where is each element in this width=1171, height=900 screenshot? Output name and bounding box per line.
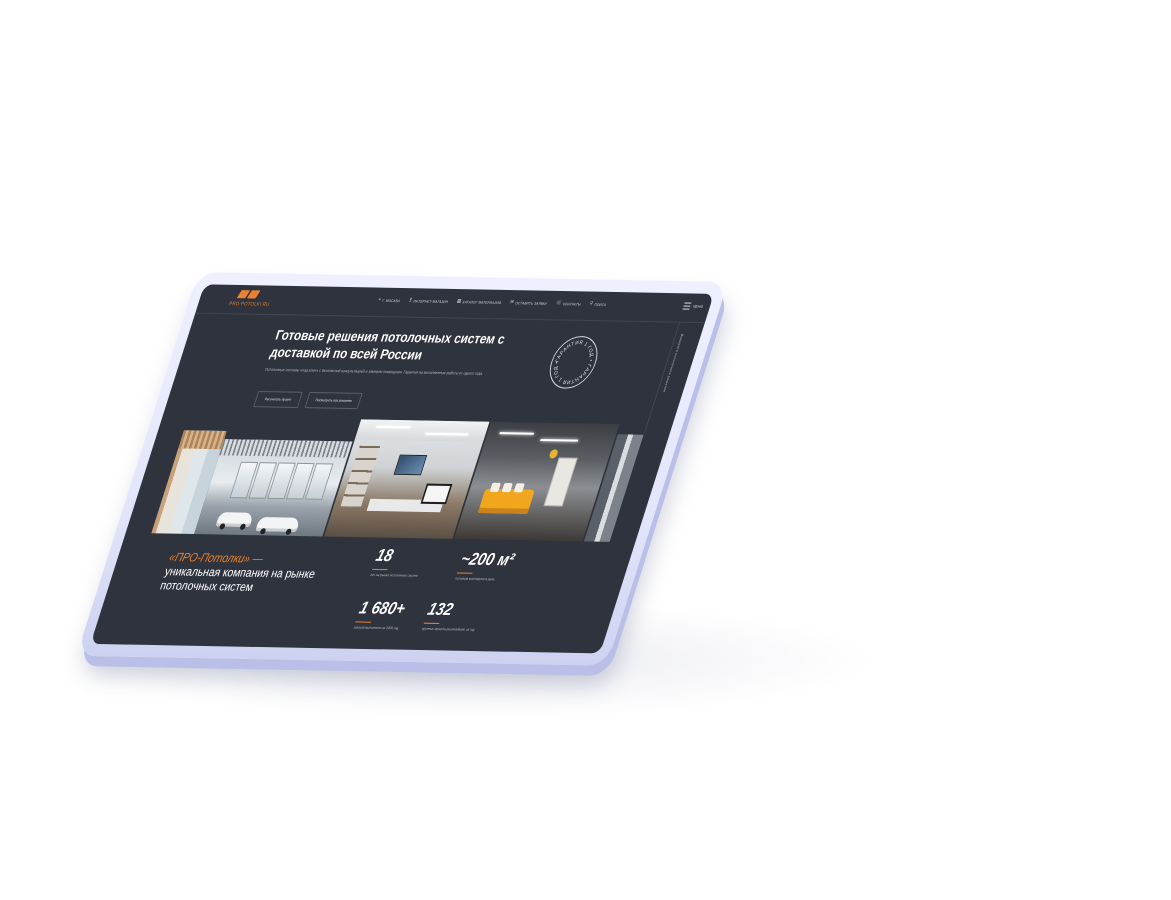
nav-item-shop[interactable]: ⊻ Интернет-магазин xyxy=(408,297,449,304)
stat-daily-area: ~200 м² потолков монтируем в день xyxy=(454,549,524,582)
nav-item-label: Поиск xyxy=(593,302,607,307)
nav-item-label: г. Москва xyxy=(381,298,401,303)
nav-item-label: Контакты xyxy=(562,301,582,307)
stat-value: 18 xyxy=(373,545,396,566)
about-title: «ПРО-Потолки» — уникальная компания на р… xyxy=(158,550,334,595)
hero-title: Готовые решения потолочных систем с дост… xyxy=(268,327,508,363)
menu-button[interactable]: Меню xyxy=(682,302,705,310)
nav-item-request[interactable]: ✉ Оставить заявку xyxy=(509,299,548,306)
stat-orders: 1 680+ заказов выполнили за 2020 год xyxy=(353,598,423,631)
side-divider xyxy=(644,321,681,433)
interior-gallery xyxy=(126,416,673,543)
nav-item-contacts[interactable]: ☏ Контакты xyxy=(555,300,582,307)
nav-item-catalog[interactable]: ▦ Каталог материалов xyxy=(456,298,503,305)
svg-text:ГАРАНТИЯ 1 ГОД • ГАРАНТИЯ 1 ГО: ГАРАНТИЯ 1 ГОД • ГАРАНТИЯ 1 ГОД • xyxy=(548,340,600,386)
stat-value: 132 xyxy=(425,599,456,620)
stat-value: ~200 м² xyxy=(458,549,517,570)
stat-value: 1 680+ xyxy=(356,598,408,619)
stat-label: заказов выполнили за 2020 год xyxy=(353,625,400,631)
menu-label: Меню xyxy=(692,304,704,309)
nav-item-search[interactable]: ⚲ Поиск xyxy=(589,301,607,307)
stat-label: лет на рынке потолочных систем xyxy=(369,572,419,578)
view-solutions-button[interactable]: Посмотреть все решения xyxy=(304,391,363,410)
hero-subtitle: Потолочные системы «под ключ» с бесплатн… xyxy=(264,366,484,376)
tablet-screen: PRO-POTOLKI.RU ⌖ г. Москва ⊻ Интернет-ма… xyxy=(90,284,714,654)
about-title-rest: уникальная компания на рынке потолочных … xyxy=(158,564,318,595)
logo-text: PRO-POTOLKI.RU xyxy=(228,301,271,308)
logo-mark-icon xyxy=(236,290,261,299)
stat-label: потолков монтируем в день xyxy=(454,576,496,582)
site-header: PRO-POTOLKI.RU ⌖ г. Москва ⊻ Интернет-ма… xyxy=(195,284,714,324)
site-logo[interactable]: PRO-POTOLKI.RU xyxy=(227,290,285,311)
warranty-badge-text: ГАРАНТИЯ 1 ГОД • ГАРАНТИЯ 1 ГОД • xyxy=(548,340,600,386)
stat-label: крупных проекта реализовано за год xyxy=(421,626,476,632)
nav-item-label: Интернет-магазин xyxy=(412,298,449,304)
main-nav: ⌖ г. Москва ⊻ Интернет-магазин ▦ Каталог… xyxy=(377,297,607,307)
nav-item-label: Каталог материалов xyxy=(462,299,503,305)
nav-item-city[interactable]: ⌖ г. Москва xyxy=(377,297,401,303)
warranty-badge-ring: ГАРАНТИЯ 1 ГОД • ГАРАНТИЯ 1 ГОД • xyxy=(548,340,600,386)
hamburger-icon xyxy=(682,302,692,310)
stat-projects: 132 крупных проекта реализовано за год xyxy=(421,599,491,632)
nav-item-label: Оставить заявку xyxy=(514,300,548,306)
calculate-project-button[interactable]: Рассчитать проект xyxy=(253,390,303,408)
contacts-icon: ☏ xyxy=(555,300,563,307)
mockup-stage: PRO-POTOLKI.RU ⌖ г. Москва ⊻ Интернет-ма… xyxy=(0,0,1171,900)
stat-years: 18 лет на рынке потолочных систем xyxy=(370,546,440,579)
warranty-badge: ГАРАНТИЯ 1 ГОД • ГАРАНТИЯ 1 ГОД • xyxy=(543,335,605,390)
